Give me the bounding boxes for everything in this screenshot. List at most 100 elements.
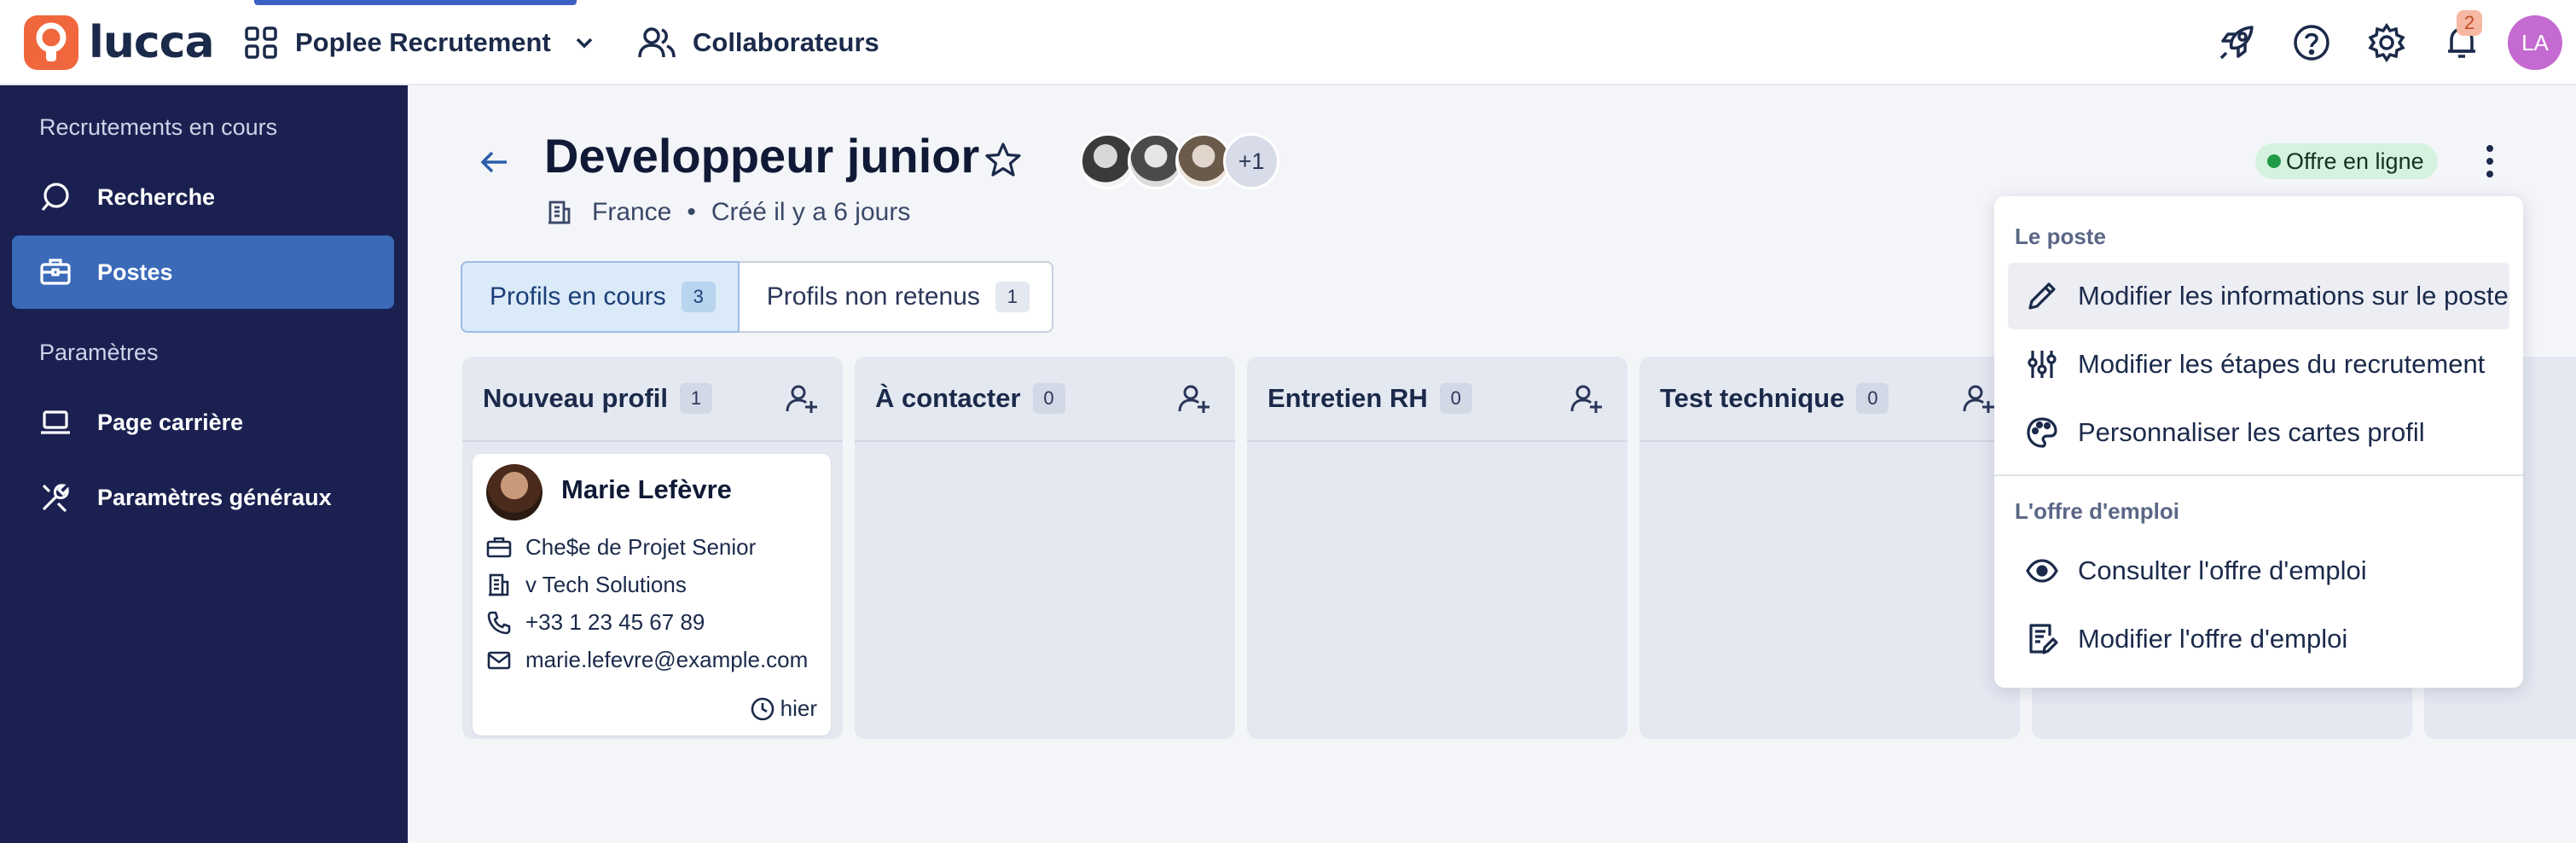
users-icon bbox=[638, 26, 676, 60]
section-recrutements: Recrutements en cours bbox=[39, 114, 278, 140]
menu-item-modifier-informations[interactable]: Modifier les informations sur le poste bbox=[2008, 263, 2509, 329]
job-title: Developpeur junior bbox=[544, 129, 980, 183]
search-icon bbox=[39, 181, 72, 213]
add-candidate-icon[interactable] bbox=[1569, 382, 1604, 416]
tab-label: Profils en cours bbox=[490, 282, 666, 311]
sidebar-label-recherche: Recherche bbox=[97, 183, 216, 210]
eye-icon bbox=[2025, 554, 2059, 588]
sidebar: Recrutements en cours Recherche Postes P… bbox=[0, 85, 408, 843]
candidate-company: v Tech Solutions bbox=[525, 572, 687, 597]
candidate-avatar bbox=[486, 464, 542, 520]
help-icon[interactable] bbox=[2291, 22, 2332, 63]
tab-profils-en-cours[interactable]: Profils en cours 3 bbox=[461, 261, 740, 333]
clock-icon bbox=[750, 696, 775, 722]
team-avatars[interactable]: +1 bbox=[1080, 133, 1285, 189]
candidate-email: marie.lefevre@example.com bbox=[525, 647, 809, 672]
notification-count-badge: 2 bbox=[2457, 10, 2482, 36]
meta-separator: • bbox=[687, 198, 696, 226]
column-title: Entretien RH bbox=[1268, 383, 1428, 413]
add-candidate-icon[interactable] bbox=[1177, 382, 1211, 416]
menu-item-consulter-offre[interactable]: Consulter l'offre d'emploi bbox=[2008, 538, 2509, 604]
tab-count: 3 bbox=[681, 282, 716, 312]
back-arrow-icon[interactable] bbox=[478, 145, 512, 179]
status-dot bbox=[2267, 154, 2281, 168]
pencil-icon bbox=[2025, 279, 2059, 313]
column-title: Nouveau profil bbox=[483, 383, 669, 413]
section-parametres: Paramètres bbox=[39, 340, 159, 365]
document-edit-icon bbox=[2025, 622, 2059, 656]
favorite-star-icon[interactable] bbox=[983, 140, 1024, 181]
collaborateurs-label: Collaborateurs bbox=[693, 27, 879, 57]
kanban-column-nouveau-profil: Nouveau profil 1 Marie Lefèvre Che$e de … bbox=[462, 357, 843, 739]
menu-item-modifier-etapes[interactable]: Modifier les étapes du recrutement bbox=[2008, 331, 2509, 398]
column-count: 1 bbox=[680, 383, 713, 414]
job-options-menu: Le poste Modifier les informations sur l… bbox=[1994, 196, 2523, 688]
kanban-column-test-technique: Test technique 0 bbox=[1639, 357, 2020, 739]
candidate-phone: +33 1 23 45 67 89 bbox=[525, 609, 705, 635]
candidate-job-row: Che$e de Projet Senior bbox=[486, 534, 756, 561]
logo-text: lucca bbox=[89, 17, 215, 68]
tab-profils-non-retenus[interactable]: Profils non retenus 1 bbox=[739, 261, 1053, 333]
candidate-name: Marie Lefèvre bbox=[561, 474, 732, 504]
menu-item-label: Modifier les informations sur le poste bbox=[2078, 281, 2509, 311]
column-count: 0 bbox=[1439, 383, 1472, 414]
app-switcher[interactable]: Poplee Recrutement bbox=[244, 22, 595, 63]
tab-label: Profils non retenus bbox=[766, 282, 980, 311]
tab-count: 1 bbox=[995, 282, 1030, 312]
candidate-card[interactable]: Marie Lefèvre Che$e de Projet Senior v T… bbox=[473, 454, 831, 735]
job-meta: France • Créé il y a 6 jours bbox=[546, 198, 910, 227]
palette-icon bbox=[2025, 416, 2059, 450]
sidebar-item-recherche[interactable]: Recherche bbox=[12, 160, 394, 234]
add-candidate-icon[interactable] bbox=[785, 382, 819, 416]
sidebar-item-postes[interactable]: Postes bbox=[12, 235, 394, 309]
column-header: Test technique 0 bbox=[1639, 357, 2020, 442]
offer-status-badge: Offre en ligne bbox=[2255, 143, 2438, 179]
menu-group-offre-emploi: L'offre d'emploi bbox=[2015, 498, 2179, 524]
sidebar-label-page-carriere: Page carrière bbox=[97, 409, 244, 435]
menu-item-label: Personnaliser les cartes profil bbox=[2078, 417, 2425, 447]
kanban-column-a-contacter: À contacter 0 bbox=[855, 357, 1235, 739]
add-candidate-icon[interactable] bbox=[1962, 382, 1996, 416]
sidebar-label-parametres-generaux: Paramètres généraux bbox=[97, 484, 332, 510]
active-app-indicator bbox=[254, 0, 577, 5]
menu-group-le-poste: Le poste bbox=[2015, 224, 2106, 249]
candidate-phone-row: +33 1 23 45 67 89 bbox=[486, 609, 705, 636]
team-more-count: +1 bbox=[1223, 133, 1279, 189]
column-title: À contacter bbox=[875, 383, 1021, 413]
column-header: À contacter 0 bbox=[855, 357, 1235, 442]
candidate-date-label: hier bbox=[780, 695, 817, 721]
menu-item-modifier-offre[interactable]: Modifier l'offre d'emploi bbox=[2008, 606, 2509, 672]
sidebar-item-parametres-generaux[interactable]: Paramètres généraux bbox=[12, 461, 394, 534]
job-location: France bbox=[592, 198, 672, 226]
collaborateurs-link[interactable]: Collaborateurs bbox=[638, 22, 879, 63]
settings-gear-icon[interactable] bbox=[2366, 22, 2407, 63]
column-title: Test technique bbox=[1660, 383, 1845, 413]
phone-icon bbox=[486, 610, 512, 636]
sliders-icon bbox=[2025, 347, 2059, 381]
candidate-job: Che$e de Projet Senior bbox=[525, 534, 757, 560]
candidate-email-row: marie.lefevre@example.com bbox=[486, 647, 808, 673]
offer-status-label: Offre en ligne bbox=[2286, 148, 2424, 174]
menu-item-label: Consulter l'offre d'emploi bbox=[2078, 555, 2367, 585]
menu-item-label: Modifier les étapes du recrutement bbox=[2078, 349, 2486, 379]
app-name: Poplee Recrutement bbox=[295, 27, 551, 57]
rocket-icon[interactable] bbox=[2216, 22, 2257, 63]
sidebar-item-page-carriere[interactable]: Page carrière bbox=[12, 386, 394, 459]
more-options-kebab-icon[interactable] bbox=[2477, 142, 2503, 181]
chevron-down-icon bbox=[573, 32, 595, 54]
column-header: Nouveau profil 1 bbox=[462, 357, 843, 442]
apps-grid-icon bbox=[244, 26, 278, 60]
lucca-logo-mark bbox=[24, 15, 78, 70]
kanban-column-entretien-rh: Entretien RH 0 bbox=[1247, 357, 1627, 739]
job-created-date: Créé il y a 6 jours bbox=[711, 198, 911, 226]
building-icon bbox=[486, 573, 512, 598]
user-avatar[interactable]: LA bbox=[2508, 15, 2562, 70]
menu-item-personnaliser-cartes[interactable]: Personnaliser les cartes profil bbox=[2008, 399, 2509, 466]
mail-icon bbox=[486, 648, 512, 673]
lucca-logo[interactable]: lucca bbox=[24, 15, 215, 70]
column-count: 0 bbox=[1856, 383, 1889, 414]
briefcase-icon bbox=[486, 535, 512, 561]
candidate-date: hier bbox=[750, 695, 817, 722]
column-count: 0 bbox=[1032, 383, 1065, 414]
candidate-company-row: v Tech Solutions bbox=[486, 572, 687, 598]
